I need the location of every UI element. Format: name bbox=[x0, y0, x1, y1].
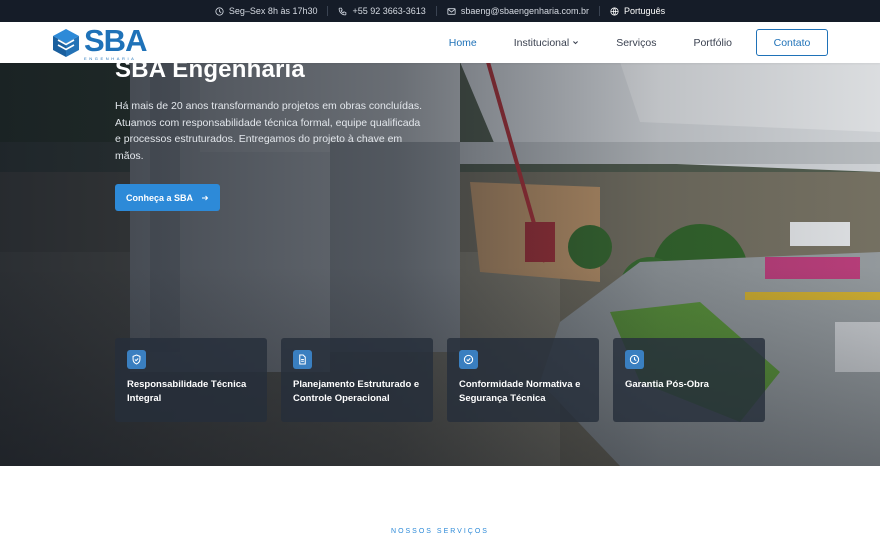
nav-portfolio-label: Portfólio bbox=[693, 36, 732, 49]
hero-section: SBA Engenharia Há mais de 20 anos transf… bbox=[0, 22, 880, 466]
site-logo[interactable]: SBA ENGENHARIA bbox=[52, 23, 152, 61]
phone-text: +55 92 3663-3613 bbox=[352, 6, 426, 16]
feature-card: Conformidade Normativa e Segurança Técni… bbox=[447, 338, 599, 422]
feature-card: Garantia Pós-Obra bbox=[613, 338, 765, 422]
feature-card-title: Planejamento Estruturado e Controle Oper… bbox=[293, 379, 420, 404]
feature-card-title: Garantia Pós-Obra bbox=[625, 379, 709, 390]
services-kicker: NOSSOS SERVIÇOS bbox=[391, 528, 489, 535]
arrow-right-icon bbox=[202, 195, 209, 200]
logo-subtext: ENGENHARIA bbox=[84, 56, 137, 61]
feature-card: Planejamento Estruturado e Controle Oper… bbox=[281, 338, 433, 422]
nav-institucional-label: Institucional bbox=[513, 36, 570, 49]
globe-icon bbox=[610, 6, 619, 16]
logo-text: SBA ENGENHARIA bbox=[84, 23, 147, 61]
nav-institucional[interactable]: Institucional bbox=[514, 37, 579, 49]
feature-card-title: Conformidade Normativa e Segurança Técni… bbox=[459, 379, 581, 404]
document-icon bbox=[293, 350, 312, 369]
feature-card-title: Responsabilidade Técnica Integral bbox=[127, 379, 247, 404]
phone-link[interactable]: +55 92 3663-3613 bbox=[328, 6, 435, 16]
hero-description: Há mais de 20 anos transformando projeto… bbox=[115, 100, 422, 162]
feature-cards: Responsabilidade Técnica Integral Planej… bbox=[115, 338, 765, 422]
mail-icon bbox=[447, 7, 456, 15]
feature-card: Responsabilidade Técnica Integral bbox=[115, 338, 267, 422]
contact-label: Contato bbox=[773, 36, 811, 49]
check-badge-icon bbox=[459, 350, 478, 369]
nav-home[interactable]: Home bbox=[449, 37, 477, 49]
shield-icon bbox=[127, 350, 146, 369]
language-label: Português bbox=[624, 6, 666, 16]
main-nav: Home Institucional Serviços Portfólio bbox=[412, 22, 732, 63]
hours-info: Seg–Sex 8h às 17h30 bbox=[205, 6, 328, 16]
logo-cube-icon bbox=[53, 29, 79, 57]
clock-icon bbox=[215, 6, 224, 16]
nav-servicos-label: Serviços bbox=[616, 36, 657, 49]
email-link[interactable]: sbaeng@sbaengenharia.com.br bbox=[437, 6, 599, 16]
chevron-down-icon bbox=[573, 41, 579, 45]
main-header: SBA ENGENHARIA Home Institucional Serviç… bbox=[0, 22, 880, 63]
nav-servicos[interactable]: Serviços bbox=[616, 37, 656, 49]
learn-more-button[interactable]: Conheça a SBA bbox=[115, 184, 220, 211]
email-text: sbaeng@sbaengenharia.com.br bbox=[460, 6, 590, 16]
language-selector[interactable]: Português bbox=[600, 6, 675, 16]
learn-more-label: Conheça a SBA bbox=[125, 192, 194, 203]
logo-wordmark: SBA bbox=[84, 23, 147, 58]
contact-button[interactable]: Contato bbox=[756, 29, 828, 56]
clock-icon bbox=[625, 350, 644, 369]
hours-text: Seg–Sex 8h às 17h30 bbox=[228, 6, 318, 16]
nav-home-label: Home bbox=[448, 36, 477, 49]
top-info-bar: Seg–Sex 8h às 17h30 +55 92 3663-3613 sba… bbox=[0, 0, 880, 22]
nav-portfolio[interactable]: Portfólio bbox=[693, 37, 732, 49]
phone-icon bbox=[339, 7, 347, 15]
